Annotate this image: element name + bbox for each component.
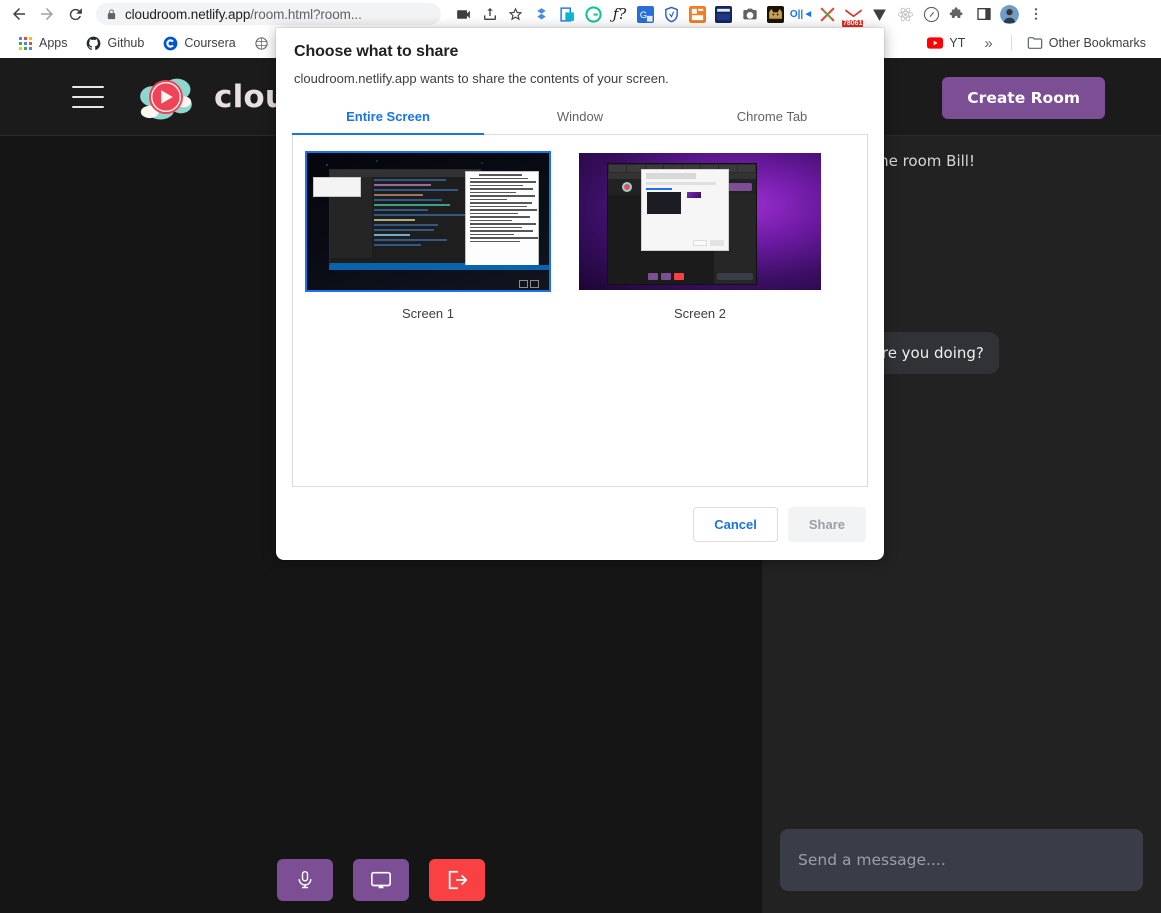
profile-avatar-icon[interactable]	[997, 2, 1022, 27]
coursera-icon	[162, 35, 178, 51]
extension-orange-notes-icon[interactable]	[685, 2, 710, 27]
share-upload-icon[interactable]	[477, 2, 502, 27]
create-room-button[interactable]: Create Room	[942, 77, 1105, 119]
bookmarks-right-group: YT » Other Bookmarks	[920, 32, 1153, 54]
extension-mathfont-icon[interactable]: ƒ?	[607, 2, 632, 27]
bookmarks-overflow-button[interactable]: »	[974, 35, 1002, 52]
extensions-puzzle-icon[interactable]	[945, 2, 970, 27]
other-bookmarks-label: Other Bookmarks	[1048, 36, 1146, 50]
bookmark-youtube[interactable]: YT	[920, 32, 972, 54]
extension-sidepanel-icon[interactable]	[971, 2, 996, 27]
call-controls	[0, 859, 762, 901]
extension-grammarly-icon[interactable]	[581, 2, 606, 27]
reload-button[interactable]	[62, 1, 88, 27]
microphone-button[interactable]	[277, 859, 333, 901]
tab-chrome-tab[interactable]: Chrome Tab	[676, 100, 868, 134]
dialog-actions: Cancel Share	[276, 487, 884, 560]
window-buttons	[517, 275, 543, 288]
youtube-icon	[927, 35, 944, 51]
forward-button[interactable]	[34, 1, 60, 27]
extension-dark-cat-icon[interactable]	[763, 2, 788, 27]
extension-clock-icon[interactable]	[919, 2, 944, 27]
dialog-tabs: Entire Screen Window Chrome Tab	[292, 100, 868, 135]
extension-gmail-icon[interactable]: 78061	[841, 2, 866, 27]
bookmark-label: Coursera	[184, 36, 236, 50]
screenshot-root: cloudroom.netlify.app/room.html?room...	[0, 0, 1161, 913]
bookmark-label: Github	[107, 36, 145, 50]
share-button[interactable]: Share	[787, 507, 866, 542]
bookmark-label: YT	[949, 36, 966, 50]
tab-entire-screen[interactable]: Entire Screen	[292, 100, 484, 135]
cloudroom-logo-icon	[140, 78, 192, 119]
bookmark-label: Apps	[39, 36, 68, 50]
lock-icon	[106, 8, 117, 21]
browser-toolbar: cloudroom.netlify.app/room.html?room...	[0, 0, 1161, 28]
camera-record-icon[interactable]	[451, 2, 476, 27]
source-thumbnails: Screen 1 Screen 2	[305, 151, 853, 321]
bookmark-github[interactable]: Github	[79, 32, 152, 54]
bookmark-coursera[interactable]: Coursera	[155, 32, 242, 54]
chat-input-wrap	[762, 813, 1161, 913]
apps-grid-icon	[17, 35, 33, 51]
toolbar-icon-row: ƒ? G O||◄ 78061	[451, 2, 1048, 27]
address-bar[interactable]: cloudroom.netlify.app/room.html?room...	[96, 3, 441, 25]
extension-scissors-icon[interactable]	[815, 2, 840, 27]
source-screen-1[interactable]: Screen 1	[305, 151, 551, 321]
chrome-menu-icon[interactable]	[1023, 2, 1048, 27]
leave-room-button[interactable]	[429, 859, 485, 901]
source-screen-2[interactable]: Screen 2	[579, 153, 821, 321]
extension-onetab-icon[interactable]: O||◄	[789, 2, 814, 27]
extension-react-icon[interactable]	[893, 2, 918, 27]
github-icon	[86, 35, 102, 51]
hamburger-menu-icon[interactable]	[72, 85, 104, 108]
screen-2-preview[interactable]	[579, 153, 821, 290]
source-label: Screen 1	[401, 306, 455, 321]
cancel-button[interactable]: Cancel	[693, 507, 778, 542]
svg-text:G: G	[640, 10, 647, 20]
monitor-icon	[371, 871, 391, 889]
folder-icon	[1027, 35, 1043, 51]
dialog-title: Choose what to share	[294, 43, 459, 60]
extension-google-translate-icon[interactable]: G	[633, 2, 658, 27]
bookmark-star-icon[interactable]	[503, 2, 528, 27]
dialog-source-list: Screen 1 Screen 2	[292, 135, 868, 487]
extension-screenshot-camera-icon[interactable]	[737, 2, 762, 27]
source-label: Screen 2	[673, 306, 727, 321]
small-popup-window	[313, 177, 361, 197]
bookmark-apps[interactable]: Apps	[10, 32, 75, 54]
exit-icon	[448, 870, 468, 890]
taskbar	[329, 265, 549, 270]
other-bookmarks-button[interactable]: Other Bookmarks	[1020, 32, 1153, 54]
document-window	[465, 171, 539, 270]
nested-share-dialog-preview	[641, 169, 729, 251]
dialog-subtitle: cloudroom.netlify.app wants to share the…	[294, 71, 669, 86]
share-screen-button[interactable]	[353, 859, 409, 901]
back-button[interactable]	[6, 1, 32, 27]
gmail-unread-badge: 78061	[842, 19, 864, 27]
screen-1-preview[interactable]	[305, 151, 551, 292]
extension-vimeo-v-icon[interactable]	[867, 2, 892, 27]
brain-icon	[254, 35, 270, 51]
tab-window[interactable]: Window	[484, 100, 676, 134]
bookmarks-divider	[1010, 35, 1012, 51]
chat-message-input[interactable]	[780, 829, 1143, 891]
url-text: cloudroom.netlify.app/room.html?room...	[125, 6, 362, 22]
screen-share-dialog: Choose what to share cloudroom.netlify.a…	[276, 28, 884, 560]
extension-dropbox-icon[interactable]	[529, 2, 554, 27]
extension-pagecopy-icon[interactable]	[555, 2, 580, 27]
extension-oxford-dictionary-icon[interactable]	[711, 2, 736, 27]
microphone-icon	[298, 870, 312, 889]
extension-shield-zenmate-icon[interactable]	[659, 2, 684, 27]
